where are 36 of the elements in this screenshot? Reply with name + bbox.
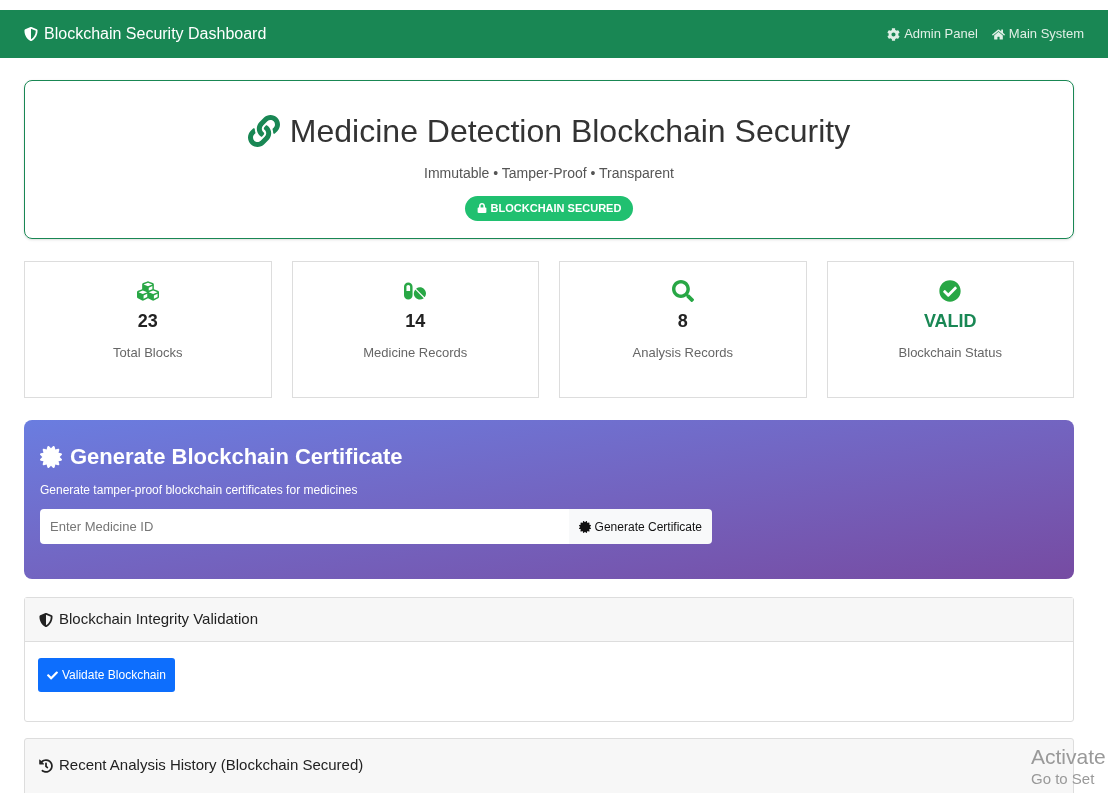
stat-value: VALID — [923, 310, 977, 333]
hero-subtitle: Immutable • Tamper-Proof • Transparent — [424, 164, 674, 183]
history-icon — [39, 758, 53, 773]
stat-label: Total Blocks — [113, 344, 183, 362]
certificate-description: Generate tamper-proof blockchain certificates for medicines — [40, 482, 359, 499]
certificate-icon — [40, 445, 62, 468]
activation-hint: Go to Set — [1031, 770, 1096, 789]
pills-icon — [404, 280, 427, 302]
hero-title: Medicine Detection Blockchain Security — [289, 112, 851, 151]
shield-icon — [39, 612, 53, 627]
generate-button[interactable]: Generate Certificate — [568, 509, 712, 544]
stat-value: 23 — [137, 310, 158, 333]
medicine-id-field[interactable]: Enter Medicine ID — [40, 509, 569, 544]
validation-title: Blockchain Integrity Validation — [59, 609, 258, 630]
certificate-title: Generate Blockchain Certificate — [70, 443, 403, 471]
stat-label: Medicine Records — [363, 344, 468, 362]
stat-label: Analysis Records — [632, 344, 733, 362]
link-icon — [247, 115, 280, 147]
gear-icon — [887, 27, 901, 41]
activation-notice: Activate — [1031, 744, 1106, 770]
home-icon — [991, 27, 1005, 41]
stat-label: Blockchain Status — [898, 344, 1002, 362]
lock-icon — [476, 203, 487, 214]
nav-link[interactable]: Main System — [991, 24, 1084, 44]
shield-icon — [24, 27, 38, 41]
validate-button[interactable]: Validate Blockchain — [38, 658, 175, 692]
cubes-icon — [136, 280, 159, 302]
nav-link[interactable]: Admin Panel — [887, 24, 978, 44]
certificate-icon — [578, 520, 591, 533]
history-title: Recent Analysis History (Blockchain Secured) — [59, 755, 364, 776]
brand-title[interactable]: Blockchain Security Dashboard — [44, 22, 267, 46]
status-badge: BLOCKCHAIN SECURED — [464, 196, 634, 221]
stat-value: 14 — [405, 310, 426, 333]
stat-value: 8 — [677, 310, 688, 333]
search-icon — [671, 280, 694, 302]
check-icon — [47, 669, 58, 681]
